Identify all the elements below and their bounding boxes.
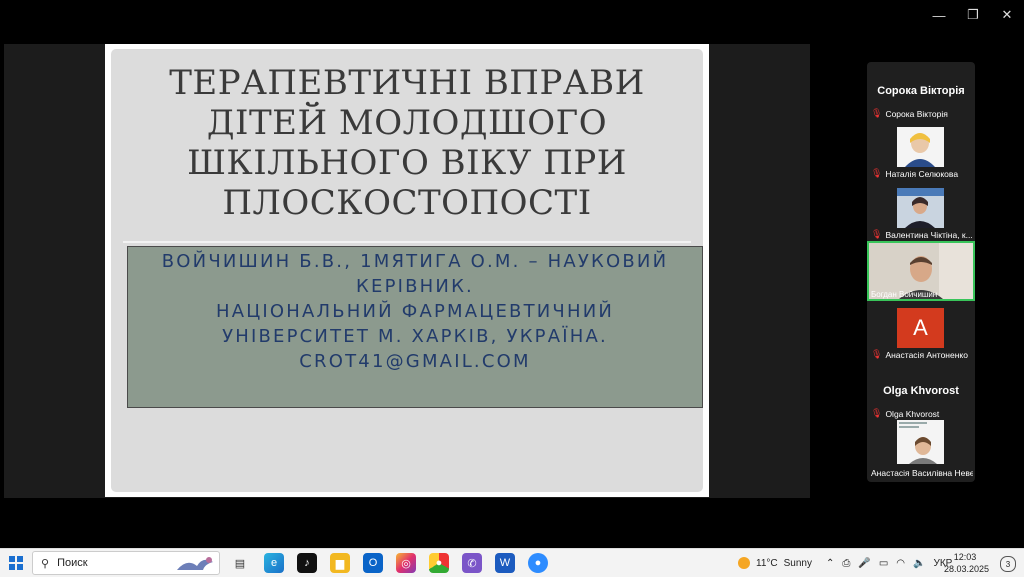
windows-start-icon[interactable] [6,553,26,573]
participant-video[interactable] [897,420,944,464]
author-info-box: ВОЙЧИШИН Б.В., 1МЯТИГА О.М. – НАУКОВИЙ К… [127,246,703,408]
participant-heading: Сорока Вікторія [877,85,965,97]
participant-name[interactable]: 🎙 Валентина Чіктіна, к... [871,229,973,240]
device-icon[interactable]: ⎙ [842,558,850,569]
sun-icon [738,557,750,569]
weather-temp: 11°C [756,557,778,569]
restore-button[interactable]: ❐ [956,0,990,30]
bird-illustration-icon [177,557,213,570]
chevron-up-icon[interactable]: ⌃ [826,558,834,569]
close-button[interactable]: ✕ [990,0,1024,30]
task-view-icon[interactable]: ▤ [230,553,250,573]
window-controls: — ❐ ✕ [922,0,1024,30]
participant-video[interactable] [897,127,944,167]
mic-muted-icon: 🎙 [871,168,883,178]
info-line: УНІВЕРСИТЕТ М. ХАРКІВ, УКРАЇНА. [222,326,608,347]
taskbar: ⚲ Поиск ▤ e ♪ ▆ O ◎ ● ✆ W ● 11°C Sunny ⌃… [0,548,1024,577]
word-icon[interactable]: W [495,553,515,573]
slide-title-line: ТЕРАПЕВТИЧНІ ВПРАВИ [169,63,645,103]
mic-muted-icon: 🎙 [871,108,883,118]
participant-video[interactable] [897,188,944,228]
slide-title-line: ШКІЛЬНОГО ВІКУ ПРИ [187,143,627,183]
instagram-icon[interactable]: ◎ [396,553,416,573]
outlook-icon[interactable]: O [363,553,383,573]
file-explorer-icon[interactable]: ▆ [330,553,350,573]
wifi-icon[interactable]: ◠ [896,558,905,569]
slide-content: ТЕРАПЕВТИЧНІ ВПРАВИ ДІТЕЙ МОЛОДШОГО ШКІЛ… [111,49,703,492]
mic-muted-icon: 🎙 [871,229,883,239]
microphone-icon[interactable]: 🎤 [858,558,870,569]
viber-icon[interactable]: ✆ [462,553,482,573]
participant-name[interactable]: Анастасія Василівна Неве... [871,468,973,478]
participant-name[interactable]: 🎙 Анастасія Антоненко [871,349,973,360]
info-line: ВОЙЧИШИН Б.В., 1МЯТИГА О.М. – НАУКОВИЙ [161,251,669,272]
taskbar-search-box[interactable]: ⚲ Поиск [32,551,220,575]
clock[interactable]: 12:03 28.03.2025 [944,551,990,575]
participants-panel: Сорока Вікторія 🎙 Сорока Вікторія 🎙 Ната… [867,62,975,482]
volume-icon[interactable]: 🔈 [913,558,925,569]
info-line: КЕРІВНИК. [356,276,474,297]
system-tray: ⌃ ⎙ 🎤 ▭ ◠ 🔈 УКР [826,549,952,577]
clock-date: 28.03.2025 [944,564,990,574]
network-icon[interactable]: ▭ [879,558,888,569]
search-placeholder: Поиск [57,557,88,569]
slide-title-line: ДІТЕЙ МОЛОДШОГО [206,103,608,143]
info-line: CROT41@GMAIL.COM [299,351,531,372]
minimize-button[interactable]: — [922,0,956,30]
participant-avatar[interactable]: A [897,308,944,348]
search-icon: ⚲ [41,557,50,570]
notifications-badge[interactable]: 3 [1000,556,1016,572]
weather-desc: Sunny [783,557,812,569]
participant-name[interactable]: 🎙 Olga Khvorost [871,408,973,419]
info-line: НАЦІОНАЛЬНИЙ ФАРМАЦЕВТИЧНИЙ [215,301,615,322]
mic-muted-icon: 🎙 [871,349,883,359]
slide-title-line: ПЛОСКОСТОПОСТІ [222,183,592,223]
zoom-icon[interactable]: ● [528,553,548,573]
tiktok-icon[interactable]: ♪ [297,553,317,573]
title-divider [123,241,691,243]
weather-widget[interactable]: 11°C Sunny [738,549,812,577]
presentation-slide: ТЕРАПЕВТИЧНІ ВПРАВИ ДІТЕЙ МОЛОДШОГО ШКІЛ… [105,44,709,497]
participant-name[interactable]: 🎙 Сорока Вікторія [871,108,973,119]
mic-muted-icon: 🎙 [871,408,883,418]
chrome-icon[interactable]: ● [429,553,449,573]
edge-icon[interactable]: e [264,553,284,573]
participant-name[interactable]: Богдан Войчишин [871,290,973,299]
participant-name[interactable]: 🎙 Наталія Селюкова [871,168,973,179]
slide-title: ТЕРАПЕВТИЧНІ ВПРАВИ ДІТЕЙ МОЛОДШОГО ШКІЛ… [111,63,703,223]
participant-heading: Olga Khvorost [883,385,959,397]
clock-time: 12:03 [953,552,977,562]
